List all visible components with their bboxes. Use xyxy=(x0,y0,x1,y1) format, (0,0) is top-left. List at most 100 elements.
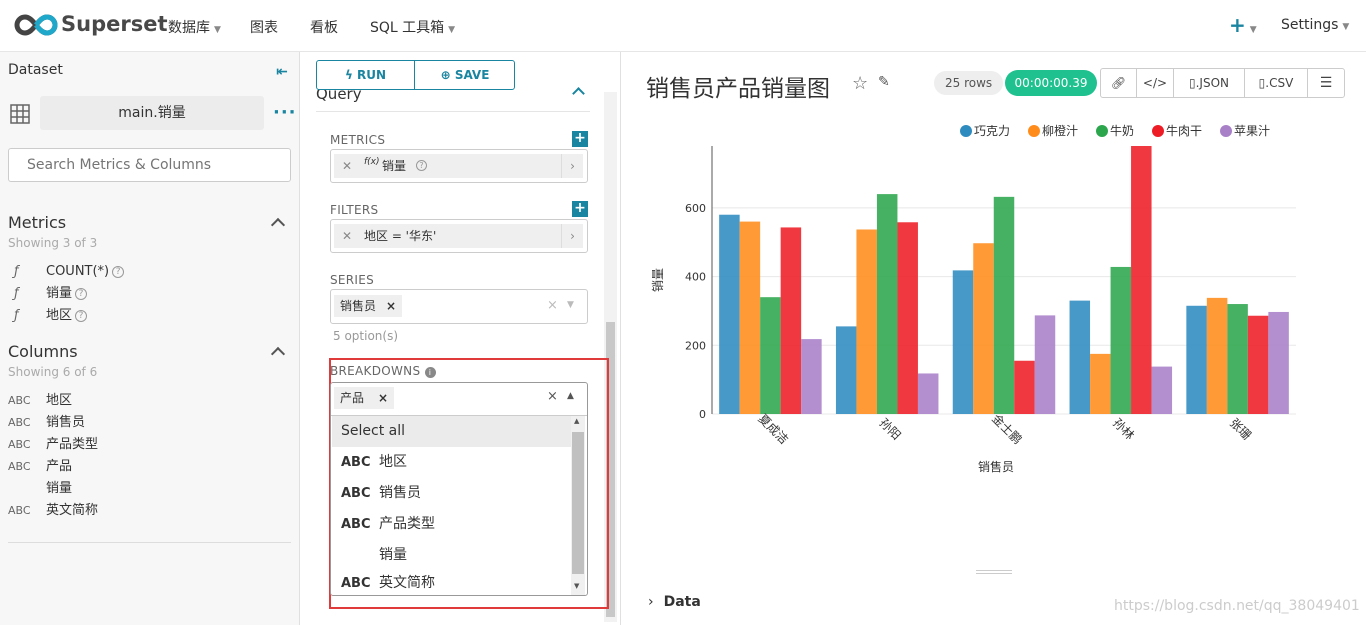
chevron-up-icon[interactable] xyxy=(270,346,286,362)
x-tick-label: 金士鹏 xyxy=(989,411,1025,447)
bar[interactable] xyxy=(835,326,857,414)
save-button[interactable]: ⊕ SAVE xyxy=(416,61,514,89)
nav-charts[interactable]: 图表 xyxy=(250,17,278,37)
bar[interactable] xyxy=(1151,366,1173,414)
bar[interactable] xyxy=(1186,305,1207,414)
bar[interactable] xyxy=(952,270,974,414)
breakdowns-select[interactable]: 产品 × × ▲ Select all ABC 地区 ABC 销售员 ABC 产品类型 … xyxy=(330,382,588,596)
clear-icon[interactable]: × xyxy=(547,389,558,404)
caret-up-icon[interactable]: ▲ xyxy=(567,391,574,401)
bar[interactable] xyxy=(1110,266,1132,414)
metric-item[interactable]: ƒ 销量? xyxy=(8,284,88,304)
bolt-icon: ϟ xyxy=(344,68,358,82)
bar[interactable] xyxy=(1227,304,1248,414)
bar[interactable] xyxy=(1268,311,1289,414)
nav-database[interactable]: 数据库 ▼ xyxy=(168,17,221,37)
superset-logo-icon[interactable] xyxy=(14,13,58,37)
clear-icon[interactable]: × xyxy=(547,298,558,313)
collapse-panel-icon[interactable]: ⇤ xyxy=(276,64,288,80)
option-item[interactable]: ABC 产品类型 xyxy=(332,509,572,540)
nav-dashboards[interactable]: 看板 xyxy=(310,17,338,37)
column-item[interactable]: 销量 xyxy=(8,479,72,499)
bar[interactable] xyxy=(876,194,898,414)
metric-pill[interactable]: ✕ f(x) 销量 ? › xyxy=(334,154,583,178)
scroll-up-icon[interactable]: ▲ xyxy=(574,417,579,425)
chevron-right-icon[interactable]: › xyxy=(561,224,583,248)
bar[interactable] xyxy=(1206,297,1228,414)
run-button[interactable]: ϟ RUN xyxy=(317,61,415,89)
metric-control[interactable]: ✕ f(x) 销量 ? › xyxy=(330,149,588,183)
info-icon[interactable]: i xyxy=(424,367,436,378)
dataset-selector[interactable]: main.销量 xyxy=(40,96,264,130)
new-item-button[interactable]: + ▼ xyxy=(1229,13,1257,37)
chevron-up-icon[interactable] xyxy=(572,87,585,100)
bar[interactable] xyxy=(719,214,740,414)
column-name: 销售员 xyxy=(46,415,86,430)
bar[interactable] xyxy=(801,339,822,414)
chart-panel: 销售员产品销量图 ☆ ✎ 25 rows 00:00:00.39 🔗︎ </> … xyxy=(622,52,1366,625)
remove-icon[interactable]: × xyxy=(386,299,396,313)
metrics-section-title[interactable]: Metrics xyxy=(8,213,66,232)
settings-menu[interactable]: Settings ▼ xyxy=(1281,17,1349,33)
nav-sql-lab[interactable]: SQL 工具箱 ▼ xyxy=(370,17,455,37)
plus-circle-icon: ⊕ xyxy=(440,68,455,82)
bar[interactable] xyxy=(1131,146,1152,414)
settings-label: Settings xyxy=(1281,17,1339,33)
series-tag[interactable]: 销售员 × xyxy=(334,295,403,317)
dataset-more-icon[interactable]: ··· xyxy=(273,102,297,123)
scroll-down-icon[interactable]: ▼ xyxy=(574,582,579,590)
bar[interactable] xyxy=(897,222,918,414)
add-metric-button[interactable]: + xyxy=(572,131,588,147)
filter-pill[interactable]: ✕ 地区 = '华东' › xyxy=(334,224,583,248)
run-label: RUN xyxy=(357,68,387,82)
top-navbar: Superset 数据库 ▼ 图表 看板 SQL 工具箱 ▼ + ▼ Settings… xyxy=(0,0,1366,52)
bar[interactable] xyxy=(1014,360,1035,414)
scroll-thumb[interactable] xyxy=(572,432,584,574)
option-item[interactable]: ABC 地区 xyxy=(332,447,572,478)
bar[interactable] xyxy=(1247,315,1269,414)
series-select[interactable]: 销售员 × × ▼ xyxy=(330,289,588,324)
column-item[interactable]: ABC 产品类型 xyxy=(8,435,98,455)
question-icon: ? xyxy=(416,160,427,171)
option-item[interactable]: ABC 销售员 xyxy=(332,478,572,509)
metric-item[interactable]: ƒ 地区? xyxy=(8,306,88,326)
option-item[interactable]: 销量 xyxy=(332,540,572,571)
bar[interactable] xyxy=(917,373,939,414)
option-item[interactable]: ABC 英文简称 xyxy=(332,571,572,595)
column-item[interactable]: ABC 英文简称 xyxy=(8,501,98,521)
bar[interactable] xyxy=(1090,353,1111,414)
chevron-right-icon[interactable]: › xyxy=(561,154,583,178)
brand-name[interactable]: Superset xyxy=(61,12,168,36)
y-tick-label: 600 xyxy=(685,202,706,215)
data-section-toggle[interactable]: › Data xyxy=(648,594,701,610)
bar[interactable] xyxy=(760,297,781,414)
bar[interactable] xyxy=(780,227,802,414)
string-type-icon: ABC xyxy=(341,455,371,470)
remove-icon[interactable]: ✕ xyxy=(342,154,352,178)
bar[interactable] xyxy=(739,221,761,414)
remove-icon[interactable]: ✕ xyxy=(342,224,352,248)
columns-section-title[interactable]: Columns xyxy=(8,342,78,361)
add-filter-button[interactable]: + xyxy=(572,201,588,217)
metric-item[interactable]: ƒ COUNT(*)? xyxy=(8,262,125,282)
column-item[interactable]: ABC 销售员 xyxy=(8,413,85,433)
option-label: 地区 xyxy=(379,454,407,470)
option-select-all[interactable]: Select all xyxy=(332,416,572,447)
plus-icon: + xyxy=(1229,13,1246,37)
bar[interactable] xyxy=(1034,315,1056,414)
column-item[interactable]: ABC 地区 xyxy=(8,391,72,411)
bar[interactable] xyxy=(973,243,994,414)
resize-handle[interactable] xyxy=(976,570,1012,574)
string-type-icon: ABC xyxy=(8,460,31,473)
bar[interactable] xyxy=(993,196,1015,414)
column-item[interactable]: ABC 产品 xyxy=(8,457,72,477)
filter-control[interactable]: ✕ 地区 = '华东' › xyxy=(330,219,588,253)
search-metrics-input[interactable] xyxy=(8,148,291,182)
remove-icon[interactable]: × xyxy=(378,391,388,405)
bar[interactable] xyxy=(1069,300,1091,414)
caret-down-icon[interactable]: ▼ xyxy=(567,300,574,310)
chevron-up-icon[interactable] xyxy=(270,217,286,233)
dropdown-scrollbar[interactable]: ▲ ▼ xyxy=(571,416,585,595)
bar[interactable] xyxy=(856,229,877,414)
breakdown-tag[interactable]: 产品 × xyxy=(334,387,395,409)
